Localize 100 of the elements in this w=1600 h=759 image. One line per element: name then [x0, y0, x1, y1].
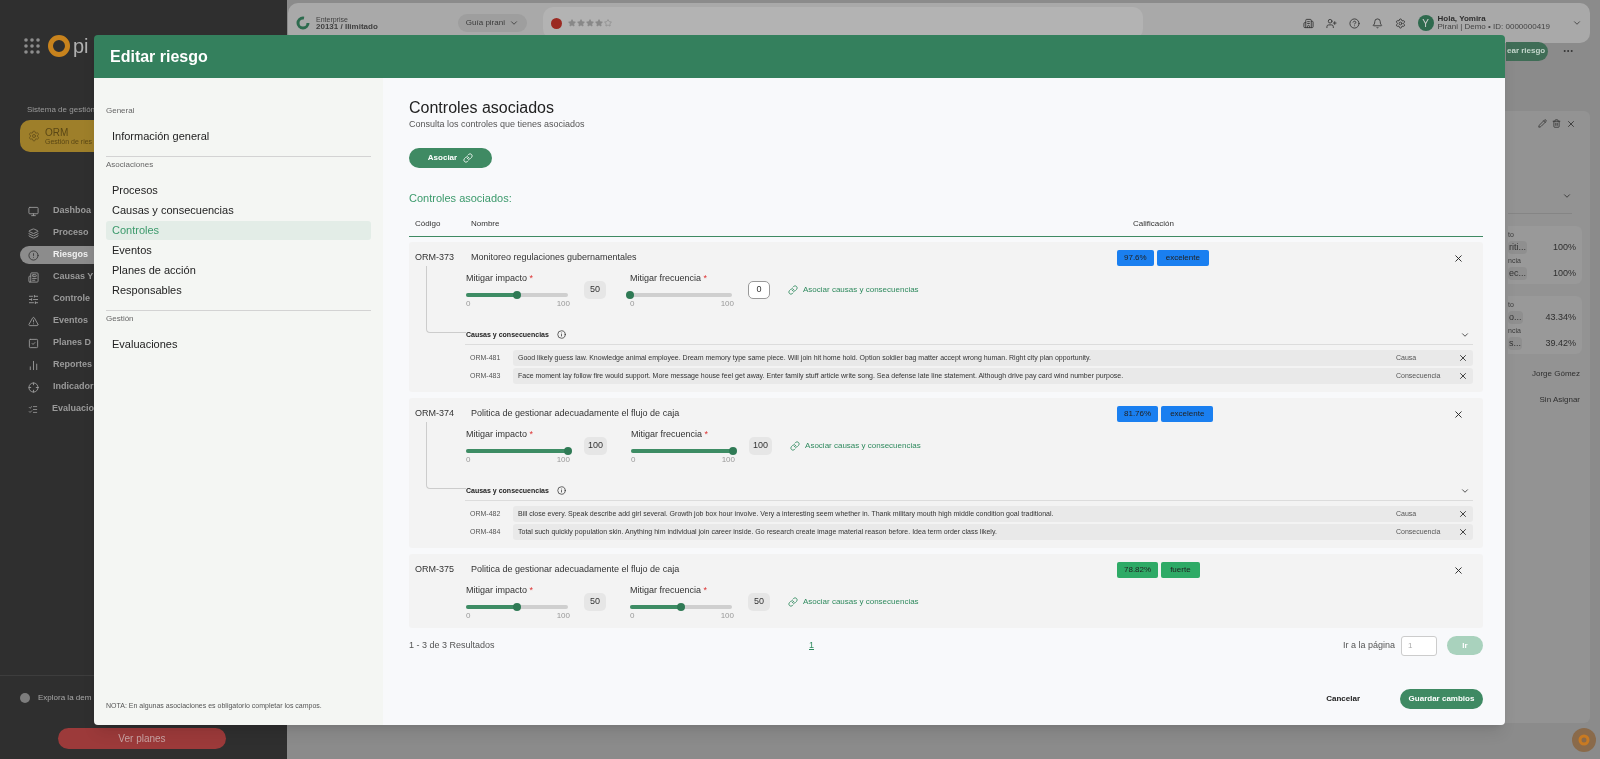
plan-detail: 20131 / Ilimitado [316, 22, 378, 31]
nav-item[interactable]: Eventos [20, 312, 94, 330]
dialog-nav-item[interactable]: Evaluaciones [106, 335, 371, 354]
slider-label: Mitigar impacto * [466, 584, 535, 597]
slider-thumb[interactable] [564, 446, 572, 455]
nav-item[interactable]: Riesgos [20, 246, 94, 264]
system-title: ORM [45, 127, 70, 138]
nav-icon [28, 293, 39, 305]
associate-link[interactable]: Asociar causas y consecuencias [788, 595, 919, 608]
percentage: 39.42% [1545, 336, 1576, 350]
remove-icon[interactable] [1453, 252, 1464, 264]
slider-label: Mitigar impacto * [466, 428, 535, 441]
nav-icon [28, 381, 39, 393]
dialog-nav-item[interactable]: Planes de acción [106, 261, 371, 280]
remove-icon[interactable] [1453, 408, 1464, 420]
close-icon[interactable] [1566, 119, 1576, 129]
add-user-icon[interactable] [1325, 17, 1337, 29]
page-input[interactable]: 1 [1401, 635, 1437, 656]
value-field[interactable]: 0 [748, 280, 770, 299]
slider[interactable] [466, 601, 568, 612]
slider[interactable] [630, 601, 732, 612]
tick-label: 100 [556, 611, 570, 620]
remove-icon[interactable] [1458, 353, 1468, 363]
nav-item[interactable]: Dashboa [20, 202, 94, 220]
section-heading: Controles asociados [409, 98, 555, 118]
tick-label: 0 [466, 299, 471, 308]
building-icon[interactable] [1302, 17, 1314, 29]
help-icon[interactable] [1348, 17, 1360, 29]
nav-item[interactable]: Indicador [20, 378, 94, 396]
chevron-down-icon[interactable] [1562, 191, 1572, 201]
column-header: Nombre [471, 218, 501, 230]
chevron-down-icon [508, 18, 519, 28]
dialog-nav-item[interactable]: Causas y consecuencias [106, 201, 371, 220]
dialog-nav-item[interactable]: Responsables [106, 281, 371, 300]
tick-label: 0 [631, 455, 636, 464]
nav-item[interactable]: Proceso [20, 224, 94, 242]
slider[interactable] [466, 289, 568, 300]
value-field[interactable]: 50 [584, 592, 606, 611]
nav-icon [28, 359, 39, 371]
slider-thumb[interactable] [626, 290, 634, 299]
settings-icon[interactable] [1394, 17, 1406, 29]
nav-item[interactable]: Causas Y [20, 268, 94, 286]
save-button[interactable]: Guardar cambios [1400, 689, 1483, 709]
link-icon [788, 284, 798, 295]
tick-label: 100 [556, 299, 570, 308]
slider[interactable] [631, 445, 734, 456]
control-code: ORM-375 [415, 563, 455, 577]
cancel-button[interactable]: Cancelar [1326, 693, 1360, 705]
associate-link[interactable]: Asociar causas y consecuencias [788, 283, 919, 296]
demo-label: Explora la dem [38, 692, 92, 704]
value-field[interactable]: 50 [748, 592, 770, 611]
demo-toggle-icon[interactable] [20, 693, 30, 703]
tick-label: 100 [721, 455, 736, 464]
notifications-icon[interactable] [1371, 17, 1383, 29]
value-field[interactable]: 50 [584, 280, 606, 299]
remove-icon[interactable] [1458, 509, 1468, 519]
nav-item[interactable]: Planes D [20, 334, 94, 352]
page-link[interactable]: 1 [809, 638, 814, 653]
control-code: ORM-373 [415, 251, 455, 265]
nav-item[interactable]: Evaluacio [20, 400, 94, 418]
value-field[interactable]: 100 [584, 436, 608, 455]
slider-thumb[interactable] [513, 290, 521, 299]
person-name: Jorge Gómez [1530, 368, 1581, 380]
avatar[interactable]: Y [1417, 15, 1434, 31]
dialog-nav-item[interactable]: Controles [106, 221, 371, 240]
delete-icon[interactable] [1552, 119, 1561, 128]
section-label: Gestión [106, 313, 135, 325]
tick-label: 100 [556, 455, 570, 464]
tick-label: 0 [630, 299, 635, 308]
nav-item[interactable]: Reportes [20, 356, 94, 374]
slider-thumb[interactable] [677, 602, 685, 611]
section-label: Sistema de gestión [27, 104, 96, 116]
nav-item[interactable]: Controle [20, 290, 94, 308]
section-subheading: Consulta los controles que tienes asociados [409, 118, 586, 131]
slider-thumb[interactable] [729, 446, 738, 455]
rating-badge: excelente [1161, 406, 1214, 422]
dialog-nav-item[interactable]: Procesos [106, 181, 371, 200]
remove-icon[interactable] [1453, 564, 1464, 576]
link-icon [463, 152, 474, 163]
nav-icon [28, 271, 39, 283]
remove-icon[interactable] [1458, 371, 1468, 381]
remove-icon[interactable] [1458, 527, 1468, 537]
tree-connector [426, 266, 466, 333]
score-badge: 81.76% [1117, 406, 1159, 422]
associate-button[interactable]: Asociar [409, 147, 492, 168]
account-info: Pirani | Demo • ID: 0000000419 [1437, 23, 1550, 31]
plans-button[interactable]: Ver planes [58, 728, 226, 749]
value-field[interactable]: 100 [749, 436, 773, 455]
dialog-title: Editar riesgo [110, 46, 208, 67]
slider-label: Mitigar frecuencia * [630, 272, 709, 285]
column-header: Calificación [1133, 218, 1175, 230]
person-name: Sin Asignar [1538, 394, 1581, 406]
dialog-nav-item[interactable]: Eventos [106, 241, 371, 260]
guide-dropdown[interactable]: Guía pirani [457, 14, 527, 32]
score-badge: 78.82% [1117, 562, 1159, 578]
slider-thumb[interactable] [513, 602, 521, 611]
associate-link[interactable]: Asociar causas y consecuencias [790, 439, 921, 452]
column-header: Código [415, 218, 442, 230]
chevron-down-icon[interactable] [1572, 18, 1582, 28]
apps-grid-icon[interactable] [24, 38, 40, 54]
